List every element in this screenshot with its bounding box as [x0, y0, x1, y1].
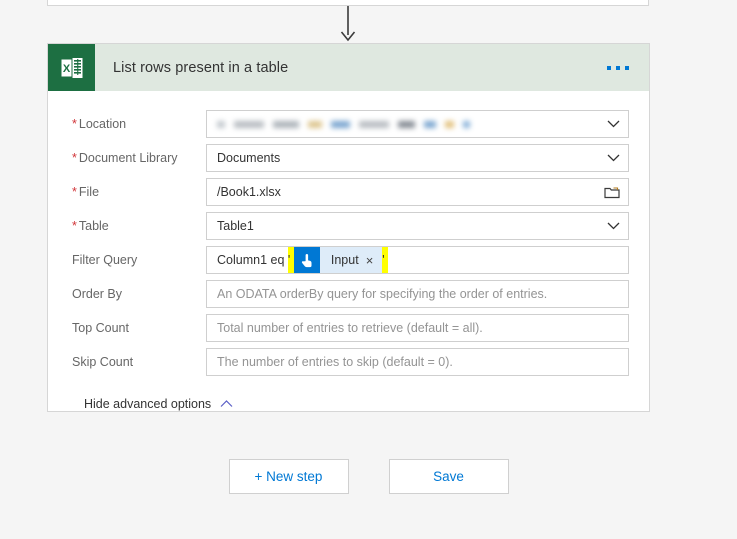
form-row-file: * File /Book1.xlsx: [60, 175, 629, 209]
chevron-down-icon[interactable]: [607, 120, 620, 128]
filter-query-text: Column1 eq: [217, 253, 288, 267]
form-row-top-count: Top Count Total number of entries to ret…: [60, 311, 629, 345]
field-label-filter-query: Filter Query: [72, 253, 138, 267]
field-label-order-by: Order By: [72, 287, 123, 301]
chevron-down-icon[interactable]: [607, 222, 620, 230]
form-row-order-by: Order By An ODATA orderBy query for spec…: [60, 277, 629, 311]
field-label-document-library: * Document Library: [72, 151, 178, 165]
new-step-button[interactable]: + New step: [228, 459, 349, 494]
order-by-input[interactable]: An ODATA orderBy query for specifying th…: [206, 280, 629, 308]
action-card-title: List rows present in a table: [113, 59, 289, 76]
save-button[interactable]: Save: [388, 459, 509, 494]
token-remove-icon[interactable]: ×: [366, 254, 383, 267]
form-row-document-library: * Document Library Documents: [60, 141, 629, 175]
menu-dot: [607, 65, 611, 70]
file-value: /Book1.xlsx: [217, 185, 281, 199]
svg-text:X: X: [62, 63, 70, 75]
document-library-input[interactable]: Documents: [206, 144, 629, 172]
redacted-location-value: [217, 118, 598, 130]
action-card-overflow-menu-icon[interactable]: [605, 60, 631, 76]
action-card-body: *Location *Document Library Documents: [48, 91, 649, 411]
top-count-input[interactable]: Total number of entries to retrieve (def…: [206, 314, 629, 342]
required-asterisk: *: [72, 219, 77, 233]
required-asterisk: *: [72, 185, 77, 199]
dynamic-content-token-input[interactable]: Input ×: [293, 247, 383, 273]
chevron-down-icon[interactable]: [607, 154, 620, 162]
required-asterisk: *: [72, 151, 77, 165]
required-asterisk: *: [72, 117, 77, 131]
action-card-list-rows[interactable]: X List rows present in a table * Locatio…: [47, 43, 650, 412]
field-label-top-count: Top Count: [72, 321, 129, 335]
menu-dot: [625, 65, 629, 70]
arrow-down-icon: [340, 6, 356, 42]
form-row-filter-query: Filter Query Column1 eq ' Input × ': [60, 243, 629, 277]
menu-dot: [616, 65, 620, 70]
flow-footer-actions: + New step Save: [0, 459, 737, 494]
skip-count-input[interactable]: The number of entries to skip (default =…: [206, 348, 629, 376]
field-label-location: * Location: [72, 117, 127, 131]
location-input[interactable]: [206, 110, 629, 138]
flow-connector-arrow: [340, 6, 356, 42]
chevron-up-icon: [220, 397, 233, 411]
hide-advanced-options-label: Hide advanced options: [84, 397, 212, 411]
field-label-skip-count: Skip Count: [72, 355, 134, 369]
excel-glyph: X: [61, 57, 82, 78]
document-library-value: Documents: [217, 151, 281, 165]
form-row-table: * Table Table1: [60, 209, 629, 243]
file-input[interactable]: /Book1.xlsx: [206, 178, 629, 206]
form-row-location: * Location: [60, 107, 629, 141]
filter-query-close-quote: ': [382, 247, 389, 273]
form-row-skip-count: Skip Count The number of entries to skip…: [60, 345, 629, 379]
folder-icon[interactable]: [604, 185, 620, 199]
field-label-file: * File: [72, 185, 100, 199]
field-label-table: * Table: [72, 219, 109, 233]
table-value: Table1: [217, 219, 254, 233]
filter-query-input[interactable]: Column1 eq ' Input × ': [206, 246, 629, 274]
manual-trigger-hand-icon: [293, 247, 320, 273]
table-input[interactable]: Table1: [206, 212, 629, 240]
excel-icon: X: [48, 44, 95, 91]
hide-advanced-options-toggle[interactable]: Hide advanced options: [84, 397, 233, 411]
action-card-header[interactable]: X List rows present in a table: [48, 44, 649, 91]
token-label: Input: [330, 253, 359, 267]
